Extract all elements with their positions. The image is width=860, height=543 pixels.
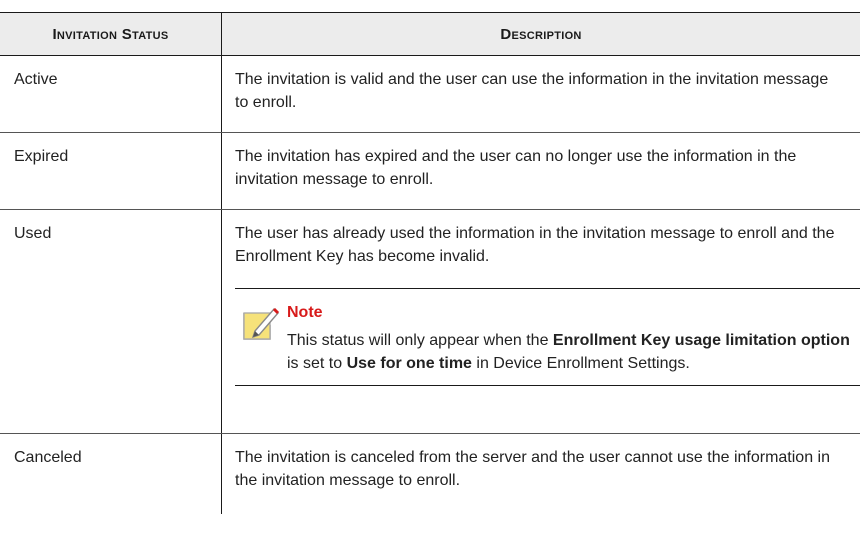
description-cell: The invitation is valid and the user can…: [222, 56, 860, 132]
description-cell: The invitation has expired and the user …: [222, 133, 860, 209]
note-text-part: This status will only appear when the: [287, 332, 553, 349]
table-header: Invitation Status Description: [0, 13, 860, 56]
description-text: The invitation is valid and the user can…: [235, 71, 829, 111]
note-text: This status will only appear when the En…: [287, 329, 860, 375]
status-cell: Used: [0, 210, 222, 433]
note-bold-value: Use for one time: [346, 355, 472, 372]
header-invitation-status: Invitation Status: [0, 13, 222, 55]
status-cell: Expired: [0, 133, 222, 209]
note-box: Note This status will only appear when t…: [235, 288, 860, 386]
description-text: The invitation is canceled from the serv…: [235, 449, 830, 489]
table-row: Expired The invitation has expired and t…: [0, 133, 860, 210]
note-body: Note This status will only appear when t…: [287, 303, 860, 375]
status-cell: Canceled: [0, 434, 222, 514]
status-cell: Active: [0, 56, 222, 132]
table-row: Active The invitation is valid and the u…: [0, 56, 860, 133]
header-description: Description: [500, 25, 582, 43]
invitation-status-table: Invitation Status Description Active The…: [0, 12, 860, 514]
note-title: Note: [287, 304, 323, 321]
table-row: Used The user has already used the infor…: [0, 210, 860, 434]
note-text-part: is set to: [287, 355, 347, 372]
description-cell: The invitation is canceled from the serv…: [222, 434, 860, 514]
description-text: The invitation has expired and the user …: [235, 148, 797, 188]
note-bold-option: Enrollment Key usage limitation option: [552, 332, 850, 349]
table-row: Canceled The invitation is canceled from…: [0, 434, 860, 514]
note-text-part: in Device Enrollment Settings.: [471, 355, 690, 372]
description-cell: The user has already used the informatio…: [222, 210, 860, 433]
note-pencil-icon: [243, 307, 280, 340]
description-text: The user has already used the informatio…: [235, 225, 835, 265]
